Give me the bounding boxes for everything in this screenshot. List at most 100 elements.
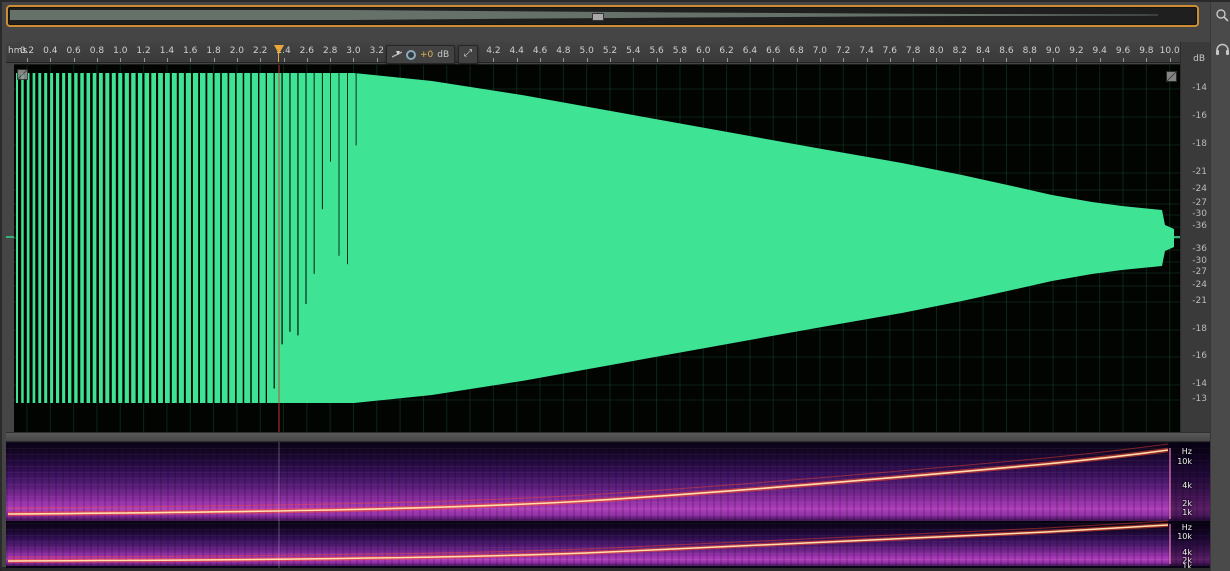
hud-pin-button[interactable]: ⤢ — [458, 45, 478, 64]
db-scale-label: -18 — [1192, 139, 1207, 149]
ruler-tick-label: 8.6 — [999, 46, 1014, 56]
ruler-tick-mark — [959, 58, 961, 62]
ruler-tick-label: 9.0 — [1045, 46, 1061, 56]
ruler-tick-mark — [1099, 58, 1101, 62]
ruler-tick-label: 7.8 — [905, 46, 921, 56]
ruler-tick-mark — [120, 58, 122, 62]
ruler-tick-mark — [190, 58, 192, 62]
ruler-tick-mark — [703, 58, 705, 62]
ruler-tick-label: 5.0 — [579, 46, 594, 56]
db-scale-label: -30 — [1192, 256, 1207, 266]
ruler-tick-label: 6.4 — [742, 46, 758, 56]
zero-line-stub — [6, 236, 14, 238]
ruler-tick-label: 3.0 — [346, 46, 361, 56]
ruler-tick-mark — [1029, 58, 1031, 62]
ruler-tick-label: 3.2 — [369, 46, 384, 56]
db-scale-label: -13 — [1192, 394, 1207, 404]
zoom-tool-icon[interactable] — [1215, 8, 1229, 22]
ruler-tick-mark — [843, 58, 845, 62]
panel-splitter[interactable] — [6, 432, 1210, 442]
ruler-tick-mark — [143, 58, 145, 62]
frequency-label: Hz — [1181, 447, 1192, 456]
timeline-ruler[interactable]: hms 0.2 0.4 0.6 0.8 1.0 1.2 1.4 1.6 1.8 2.0 2.2 2.4… — [6, 42, 1210, 63]
ruler-tick-mark — [236, 58, 238, 62]
right-toolbar-rail — [1210, 2, 1230, 571]
ruler-tick-label: 2.6 — [299, 46, 314, 56]
ruler-tick-label: 6.2 — [719, 46, 734, 56]
ruler-tick-label: 10.0 — [1159, 46, 1180, 56]
ruler-tick-mark — [283, 58, 285, 62]
ruler-tick-mark — [260, 58, 262, 62]
ruler-tick-mark — [633, 58, 635, 62]
ruler-tick-mark — [50, 58, 52, 62]
hud-gain-value[interactable]: +0 — [420, 50, 433, 60]
db-scale-label: -27 — [1192, 267, 1207, 277]
ruler-tick-label: 4.4 — [509, 46, 524, 56]
db-scale-label: -27 — [1192, 198, 1207, 208]
db-scale-label: -21 — [1192, 296, 1207, 306]
ruler-tick-label: 4.8 — [556, 46, 571, 56]
ruler-tick-mark — [749, 58, 751, 62]
ruler-tick-label: 8.4 — [975, 46, 991, 56]
ruler-tick-label: 5.8 — [672, 46, 688, 56]
ruler-tick-label: 8.2 — [952, 46, 967, 56]
ruler-tick-label: 1.6 — [183, 46, 198, 56]
spectral-sweep-curves — [7, 442, 1171, 568]
playhead-marker[interactable] — [274, 45, 284, 54]
playhead-marker-stem — [278, 52, 279, 62]
ruler-tick-mark — [679, 58, 681, 62]
ruler-tick-mark — [493, 58, 495, 62]
navigator-handle[interactable] — [592, 13, 604, 21]
ruler-tick-label: 5.4 — [626, 46, 641, 56]
db-scale-label: -24 — [1192, 280, 1207, 290]
db-scale-label: -16 — [1192, 351, 1207, 361]
db-scale-label: -14 — [1192, 379, 1207, 389]
ruler-tick-label: 6.6 — [766, 46, 781, 56]
frequency-label: 10k — [1177, 457, 1192, 466]
audio-editor-window: hms 0.2 0.4 0.6 0.8 1.0 1.2 1.4 1.6 1.8 2.0 2.2 2.4… — [0, 0, 1230, 571]
ruler-tick-mark — [1123, 58, 1125, 62]
plot-corner-icon[interactable] — [1166, 71, 1177, 82]
ruler-tick-mark — [819, 58, 821, 62]
ruler-tick-label: 0.8 — [89, 46, 105, 56]
ruler-tick-label: 7.4 — [859, 46, 874, 56]
ruler-tick-mark — [27, 58, 28, 62]
ruler-tick-mark — [773, 58, 775, 62]
ruler-tick-label: 7.6 — [882, 46, 897, 56]
ruler-tick-label: 7.0 — [812, 46, 828, 56]
db-scale-label: -24 — [1192, 184, 1207, 194]
ruler-tick-mark — [656, 58, 658, 62]
ruler-tick-mark — [376, 58, 378, 62]
ruler-tick-mark — [1169, 58, 1171, 62]
hud-gain-unit: dB — [437, 49, 450, 60]
frequency-label: 4k — [1182, 481, 1192, 490]
hud-knob-icon[interactable] — [406, 49, 416, 60]
ruler-tick-mark — [586, 58, 588, 62]
db-scale-label: -21 — [1192, 167, 1207, 177]
ruler-tick-label: 0.6 — [66, 46, 81, 56]
ruler-tick-mark — [913, 58, 915, 62]
ruler-tick-mark — [166, 58, 168, 62]
ruler-tick-mark — [936, 58, 938, 62]
ruler-tick-label: 7.2 — [836, 46, 851, 56]
volume-hud[interactable]: +0 dB — [386, 45, 456, 64]
waveform-envelope — [16, 73, 1174, 403]
ruler-tick-mark — [610, 58, 611, 62]
ruler-tick-label: 5.2 — [602, 46, 618, 56]
ruler-tick-mark — [353, 58, 355, 62]
ruler-tick-mark — [866, 58, 868, 62]
db-scale-title: dB — [1193, 54, 1205, 64]
ruler-tick-mark — [1076, 58, 1078, 62]
frequency-label: 10k — [1177, 532, 1192, 541]
db-scale-label: -16 — [1192, 111, 1207, 121]
waveform-display[interactable] — [14, 64, 1180, 433]
headphones-icon[interactable] — [1215, 42, 1230, 56]
spectral-display[interactable]: Hz 10k 4k 2k 1k Hz 10k 4k 2k 1k — [6, 442, 1210, 571]
plot-corner-icon[interactable] — [17, 69, 28, 80]
hud-fader-icon — [392, 51, 402, 58]
ruler-tick-mark — [330, 58, 332, 62]
zoom-navigator-bar[interactable] — [6, 5, 1199, 27]
frequency-label: 1k — [1182, 508, 1192, 517]
ruler-tick-label: 6.8 — [789, 46, 804, 56]
frequency-label: 2k — [1182, 499, 1192, 508]
